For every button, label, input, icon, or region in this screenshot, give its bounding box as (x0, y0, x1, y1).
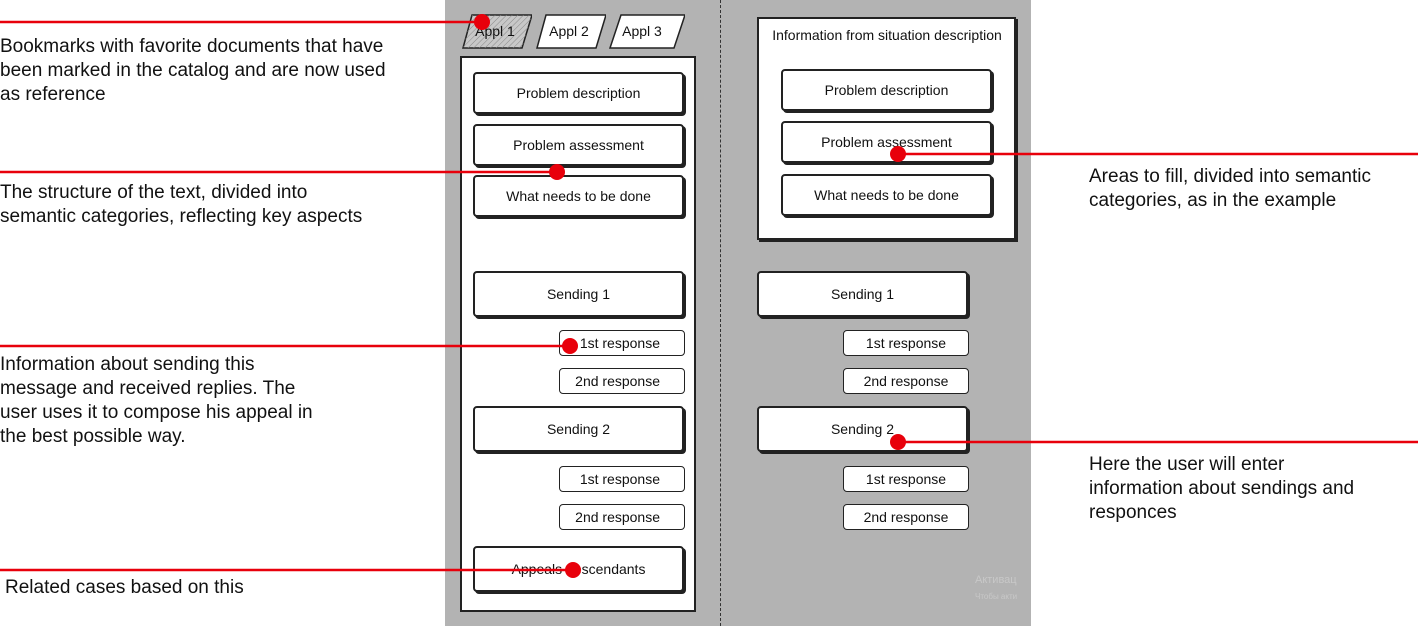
pointer-dot-areas (890, 146, 906, 162)
pointer-dot-sending (562, 338, 578, 354)
pointer-dot-structure (549, 164, 565, 180)
pointer-dot-related (565, 562, 581, 578)
annotation-pointers (0, 14, 1418, 578)
wireframe-canvas: Appl 1 Appl 2 Appl 3 Problem description… (0, 0, 1418, 626)
pointer-dot-user-enter (890, 434, 906, 450)
pointer-dot-bookmarks (474, 14, 490, 30)
